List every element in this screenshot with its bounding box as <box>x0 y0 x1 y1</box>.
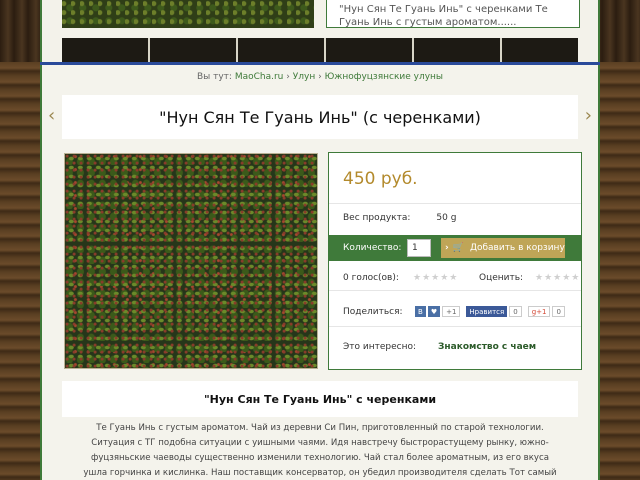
product-title-bar: "Нун Сян Те Гуань Инь" (с черенками) <box>62 95 578 139</box>
google-plus-button[interactable]: g+1 <box>527 306 551 317</box>
vk-share-button[interactable]: B <box>415 306 426 317</box>
next-product-arrow-icon[interactable]: › <box>585 105 592 126</box>
breadcrumb-prefix: Вы тут: <box>196 72 232 82</box>
facebook-like-button[interactable]: Нравится <box>466 306 508 317</box>
gallery-strip <box>62 38 578 62</box>
quantity-input[interactable] <box>407 239 431 257</box>
google-plus-count: 0 <box>552 306 565 317</box>
add-to-cart-button[interactable]: › 🛒 Добавить в корзину <box>441 238 565 258</box>
rate-label: Оценить: <box>479 272 524 283</box>
share-row: Поделиться: B ♥ +1 Нравится 0 g+1 0 <box>329 297 581 327</box>
left-background <box>0 62 40 480</box>
breadcrumb-separator: › <box>286 72 290 82</box>
breadcrumb-link-oolong[interactable]: Улун <box>293 72 315 82</box>
rating-stars-icon: ★★★★★ <box>413 272 459 283</box>
share-label: Поделиться: <box>343 306 403 317</box>
breadcrumb-link-home[interactable]: MaoCha.ru <box>235 72 284 82</box>
description-title: "Нун Сян Те Гуань Инь" с черенками <box>62 381 578 417</box>
interesting-row: Это интересно: Знакомство с чаем <box>329 335 581 359</box>
add-to-cart-label: Добавить в корзину <box>469 243 565 253</box>
right-background <box>600 62 640 480</box>
previous-product-thumbnail[interactable] <box>62 0 314 28</box>
weight-value: 50 g <box>436 212 457 223</box>
rate-stars-icon[interactable]: ★★★★★ <box>535 273 580 283</box>
weight-row: Вес продукта: 50 g <box>329 203 581 231</box>
breadcrumb-link-south-fujian[interactable]: Южнофуцзянские улуны <box>325 72 443 82</box>
breadcrumb: Вы тут: MaoCha.ru › Улун › Южнофуцзянски… <box>42 72 598 82</box>
main-content: Вы тут: MaoCha.ru › Улун › Южнофуцзянски… <box>40 65 600 480</box>
chevron-right-icon: › <box>445 243 449 253</box>
rating-row: 0 голос(ов): ★★★★★ Оценить: ★★★★★ <box>329 265 581 291</box>
vk-share-count: +1 <box>442 306 461 317</box>
quantity-row: Количество: › 🛒 Добавить в корзину <box>329 235 581 261</box>
heart-icon[interactable]: ♥ <box>427 306 441 317</box>
facebook-like-count: 0 <box>509 306 522 317</box>
product-image[interactable] <box>64 153 318 369</box>
interesting-label: Это интересно: <box>343 342 417 352</box>
page-title: "Нун Сян Те Гуань Инь" (с черенками) <box>159 107 481 127</box>
previous-product-snippet: "Нун Сян Те Гуань Инь" с черенками Те Гу… <box>326 0 580 28</box>
product-price: 450 руб. <box>343 169 418 189</box>
previous-product-arrow-icon[interactable]: ‹ <box>48 105 55 126</box>
votes-label: 0 голос(ов): <box>343 272 399 283</box>
quantity-label: Количество: <box>343 243 402 253</box>
weight-label: Вес продукта: <box>343 212 411 223</box>
breadcrumb-separator: › <box>318 72 322 82</box>
interesting-link[interactable]: Знакомство с чаем <box>438 342 536 352</box>
product-info-panel: 450 руб. Вес продукта: 50 g Количество: … <box>328 152 582 370</box>
description-text: Те Гуань Инь с густым ароматом. Чай из д… <box>83 423 557 478</box>
cart-icon: 🛒 <box>452 243 464 253</box>
